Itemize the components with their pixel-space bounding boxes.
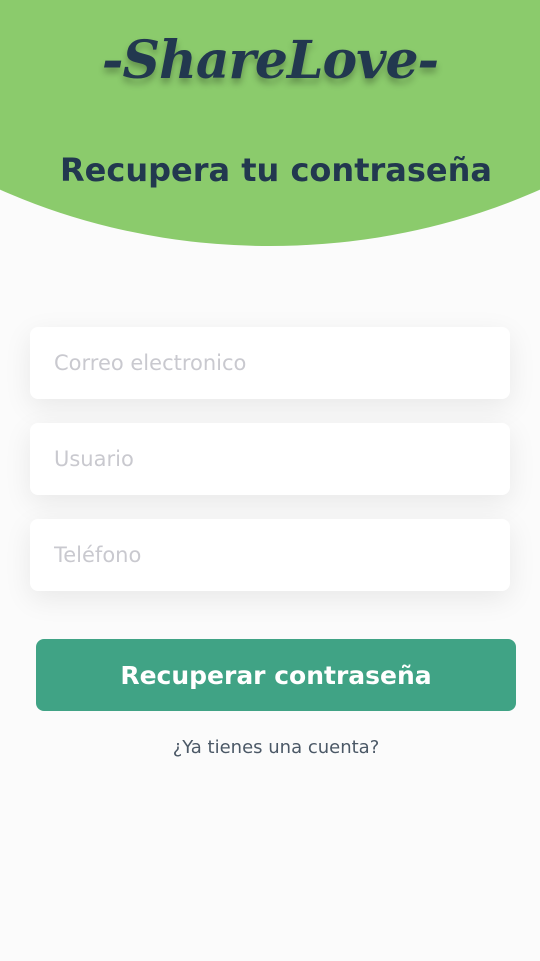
recover-password-screen: -ShareLove- Recupera tu contraseña Recup… (0, 0, 540, 961)
email-field[interactable] (30, 327, 510, 399)
username-field[interactable] (30, 423, 510, 495)
phone-field[interactable] (30, 519, 510, 591)
have-account-link[interactable]: ¿Ya tienes una cuenta? (0, 737, 540, 758)
recover-password-button[interactable]: Recuperar contraseña (36, 639, 516, 711)
page-title: Recupera tu contraseña (60, 151, 492, 189)
phone-input[interactable] (30, 519, 510, 591)
app-logo: -ShareLove- (101, 30, 439, 91)
username-input[interactable] (30, 423, 510, 495)
email-input[interactable] (30, 327, 510, 399)
